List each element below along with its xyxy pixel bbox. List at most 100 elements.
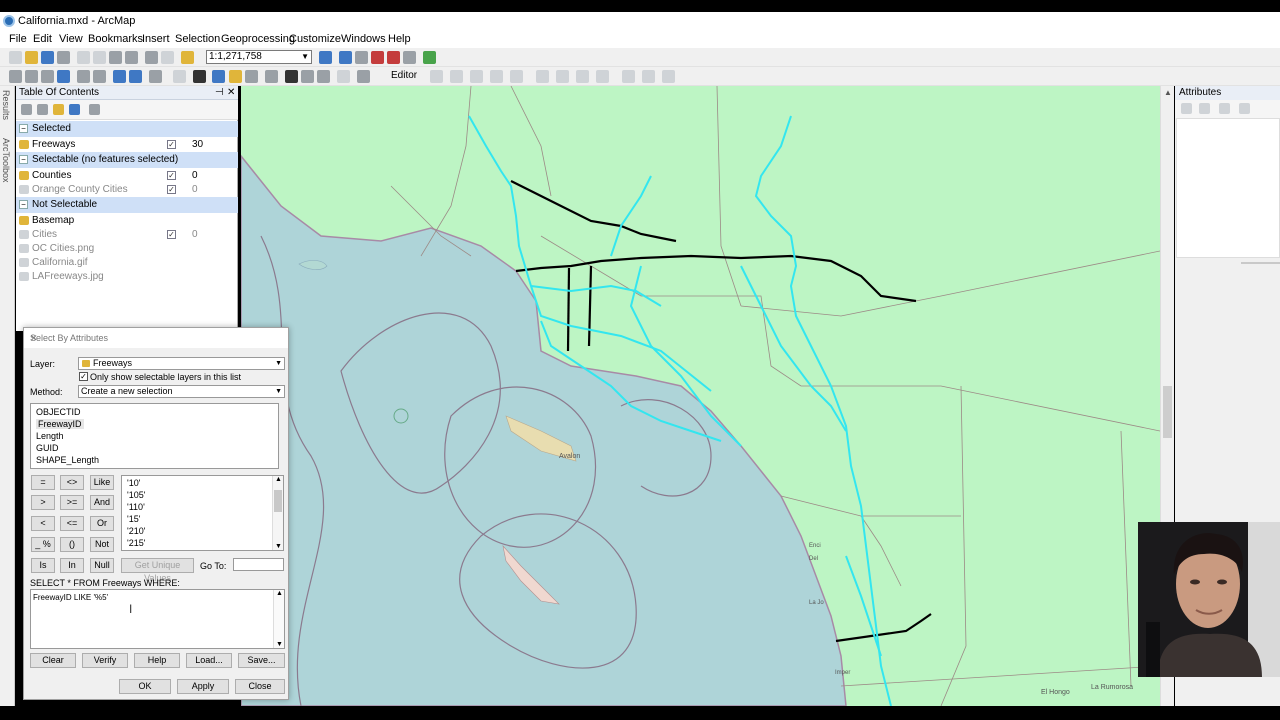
menu-geoprocessing[interactable]: Geoprocessing <box>221 33 295 45</box>
save-icon[interactable] <box>41 51 54 64</box>
list-by-selection-icon[interactable] <box>69 104 80 115</box>
go-to-input[interactable] <box>233 558 284 571</box>
toc-group-selectable[interactable]: − Selectable (no features selected) <box>16 152 238 168</box>
value-item[interactable]: '215' <box>127 538 145 548</box>
scroll-up-icon[interactable]: ▲ <box>276 590 283 597</box>
paste-icon[interactable] <box>109 51 122 64</box>
collapse-icon[interactable]: − <box>19 155 28 164</box>
split-icon[interactable] <box>596 70 609 83</box>
value-item[interactable]: '10' <box>127 478 140 488</box>
values-scrollbar[interactable]: ▲ ▼ <box>272 476 283 550</box>
find-icon[interactable] <box>285 70 298 83</box>
open-icon[interactable] <box>25 51 38 64</box>
map-view[interactable]: Avalon Enci Del La Jo Imper El Hongo La … <box>241 86 1160 706</box>
print-icon[interactable] <box>57 51 70 64</box>
only-selectable-checkbox[interactable]: ✓ <box>79 372 88 381</box>
copy-icon[interactable] <box>93 51 106 64</box>
edit-tool-icon[interactable] <box>430 70 443 83</box>
pan-icon[interactable] <box>41 70 54 83</box>
like-button[interactable]: Like <box>90 475 114 490</box>
time-slider-icon[interactable] <box>337 70 350 83</box>
toc-layer-cities[interactable]: Cities ✓ 0 <box>16 227 238 242</box>
model-builder-icon[interactable] <box>423 51 436 64</box>
close-icon[interactable]: ✕ <box>30 333 283 344</box>
clear-button[interactable]: Clear <box>30 653 76 668</box>
python-window-icon[interactable] <box>403 51 416 64</box>
identify-icon[interactable] <box>212 70 225 83</box>
is-button[interactable]: Is <box>31 558 55 573</box>
select-features-icon[interactable] <box>149 70 162 83</box>
value-item[interactable]: '210' <box>127 526 145 536</box>
greater-equal-button[interactable]: >= <box>60 495 84 510</box>
less-than-button[interactable]: < <box>31 516 55 531</box>
pin-icon[interactable]: ⊣ <box>215 87 224 98</box>
point-icon[interactable] <box>510 70 523 83</box>
menu-selection[interactable]: Selection <box>175 33 220 45</box>
edit-vertices-icon[interactable] <box>536 70 549 83</box>
load-button[interactable]: Load... <box>186 653 232 668</box>
selectable-checkbox[interactable]: ✓ <box>167 230 176 239</box>
value-item[interactable]: '15' <box>127 514 140 524</box>
ok-button[interactable]: OK <box>119 679 171 694</box>
go-to-xy-icon[interactable] <box>317 70 330 83</box>
value-item[interactable]: '105' <box>127 490 145 500</box>
list-by-drawing-order-icon[interactable] <box>21 104 32 115</box>
in-button[interactable]: In <box>60 558 84 573</box>
menu-edit[interactable]: Edit <box>33 33 52 45</box>
not-equal-button[interactable]: <> <box>60 475 84 490</box>
filter-icon[interactable] <box>1219 103 1230 114</box>
toc-layer-oc-cities-png[interactable]: OC Cities.png <box>16 241 238 256</box>
search-window-icon[interactable] <box>371 51 384 64</box>
hyperlink-icon[interactable] <box>229 70 242 83</box>
toc-window-icon[interactable] <box>339 51 352 64</box>
menu-insert[interactable]: Insert <box>142 33 170 45</box>
new-document-icon[interactable] <box>9 51 22 64</box>
verify-button[interactable]: Verify <box>82 653 128 668</box>
expand-icon[interactable] <box>1181 103 1192 114</box>
options-icon[interactable] <box>1239 103 1250 114</box>
editor-toolbar-icon[interactable] <box>319 51 332 64</box>
scroll-up-icon[interactable]: ▲ <box>275 476 282 483</box>
help-button[interactable]: Help <box>134 653 180 668</box>
null-button[interactable]: Null <box>90 558 114 573</box>
collapse-icon[interactable]: − <box>19 200 28 209</box>
menu-help[interactable]: Help <box>388 33 411 45</box>
menu-bookmarks[interactable]: Bookmarks <box>88 33 143 45</box>
equals-button[interactable]: = <box>31 475 55 490</box>
selectable-checkbox[interactable]: ✓ <box>167 171 176 180</box>
toc-layer-freeways[interactable]: Freeways ✓ 30 <box>16 137 238 152</box>
add-data-icon[interactable] <box>181 51 194 64</box>
menu-view[interactable]: View <box>59 33 83 45</box>
fixed-zoom-out-icon[interactable] <box>93 70 106 83</box>
toc-layer-california-gif[interactable]: California.gif <box>16 255 238 270</box>
fixed-zoom-in-icon[interactable] <box>77 70 90 83</box>
not-button[interactable]: Not <box>90 537 114 552</box>
menu-customize[interactable]: Customize <box>289 33 341 45</box>
field-item[interactable]: OBJECTID <box>36 407 81 417</box>
layer-dropdown[interactable]: Freeways ▼ <box>78 357 285 370</box>
method-dropdown[interactable]: Create a new selection ▼ <box>78 385 285 398</box>
value-item[interactable]: '110' <box>127 502 145 512</box>
trace-icon[interactable] <box>490 70 503 83</box>
rotate-icon[interactable] <box>622 70 635 83</box>
list-by-source-icon[interactable] <box>37 104 48 115</box>
back-extent-icon[interactable] <box>113 70 126 83</box>
field-list[interactable]: OBJECTID FreewayID Length GUID SHAPE_Len… <box>30 403 279 469</box>
collapse-icon[interactable]: − <box>19 124 28 133</box>
get-unique-values-button[interactable]: Get Unique Values <box>121 558 194 583</box>
select-elements-icon[interactable] <box>193 70 206 83</box>
sort-icon[interactable] <box>1199 103 1210 114</box>
field-item[interactable]: Length <box>36 431 64 441</box>
redo-icon[interactable] <box>161 51 174 64</box>
selectable-checkbox[interactable]: ✓ <box>167 185 176 194</box>
cut-icon[interactable] <box>77 51 90 64</box>
straight-segment-icon[interactable] <box>450 70 463 83</box>
scroll-down-icon[interactable]: ▼ <box>276 641 283 648</box>
save-button[interactable]: Save... <box>238 653 285 668</box>
list-by-visibility-icon[interactable] <box>53 104 64 115</box>
toc-layer-basemap[interactable]: Basemap <box>16 213 238 228</box>
query-scrollbar[interactable]: ▲ ▼ <box>273 590 284 648</box>
sketch-properties-icon[interactable] <box>662 70 675 83</box>
field-item[interactable]: GUID <box>36 443 59 453</box>
toc-layer-oc-cities[interactable]: Orange County Cities ✓ 0 <box>16 182 238 197</box>
